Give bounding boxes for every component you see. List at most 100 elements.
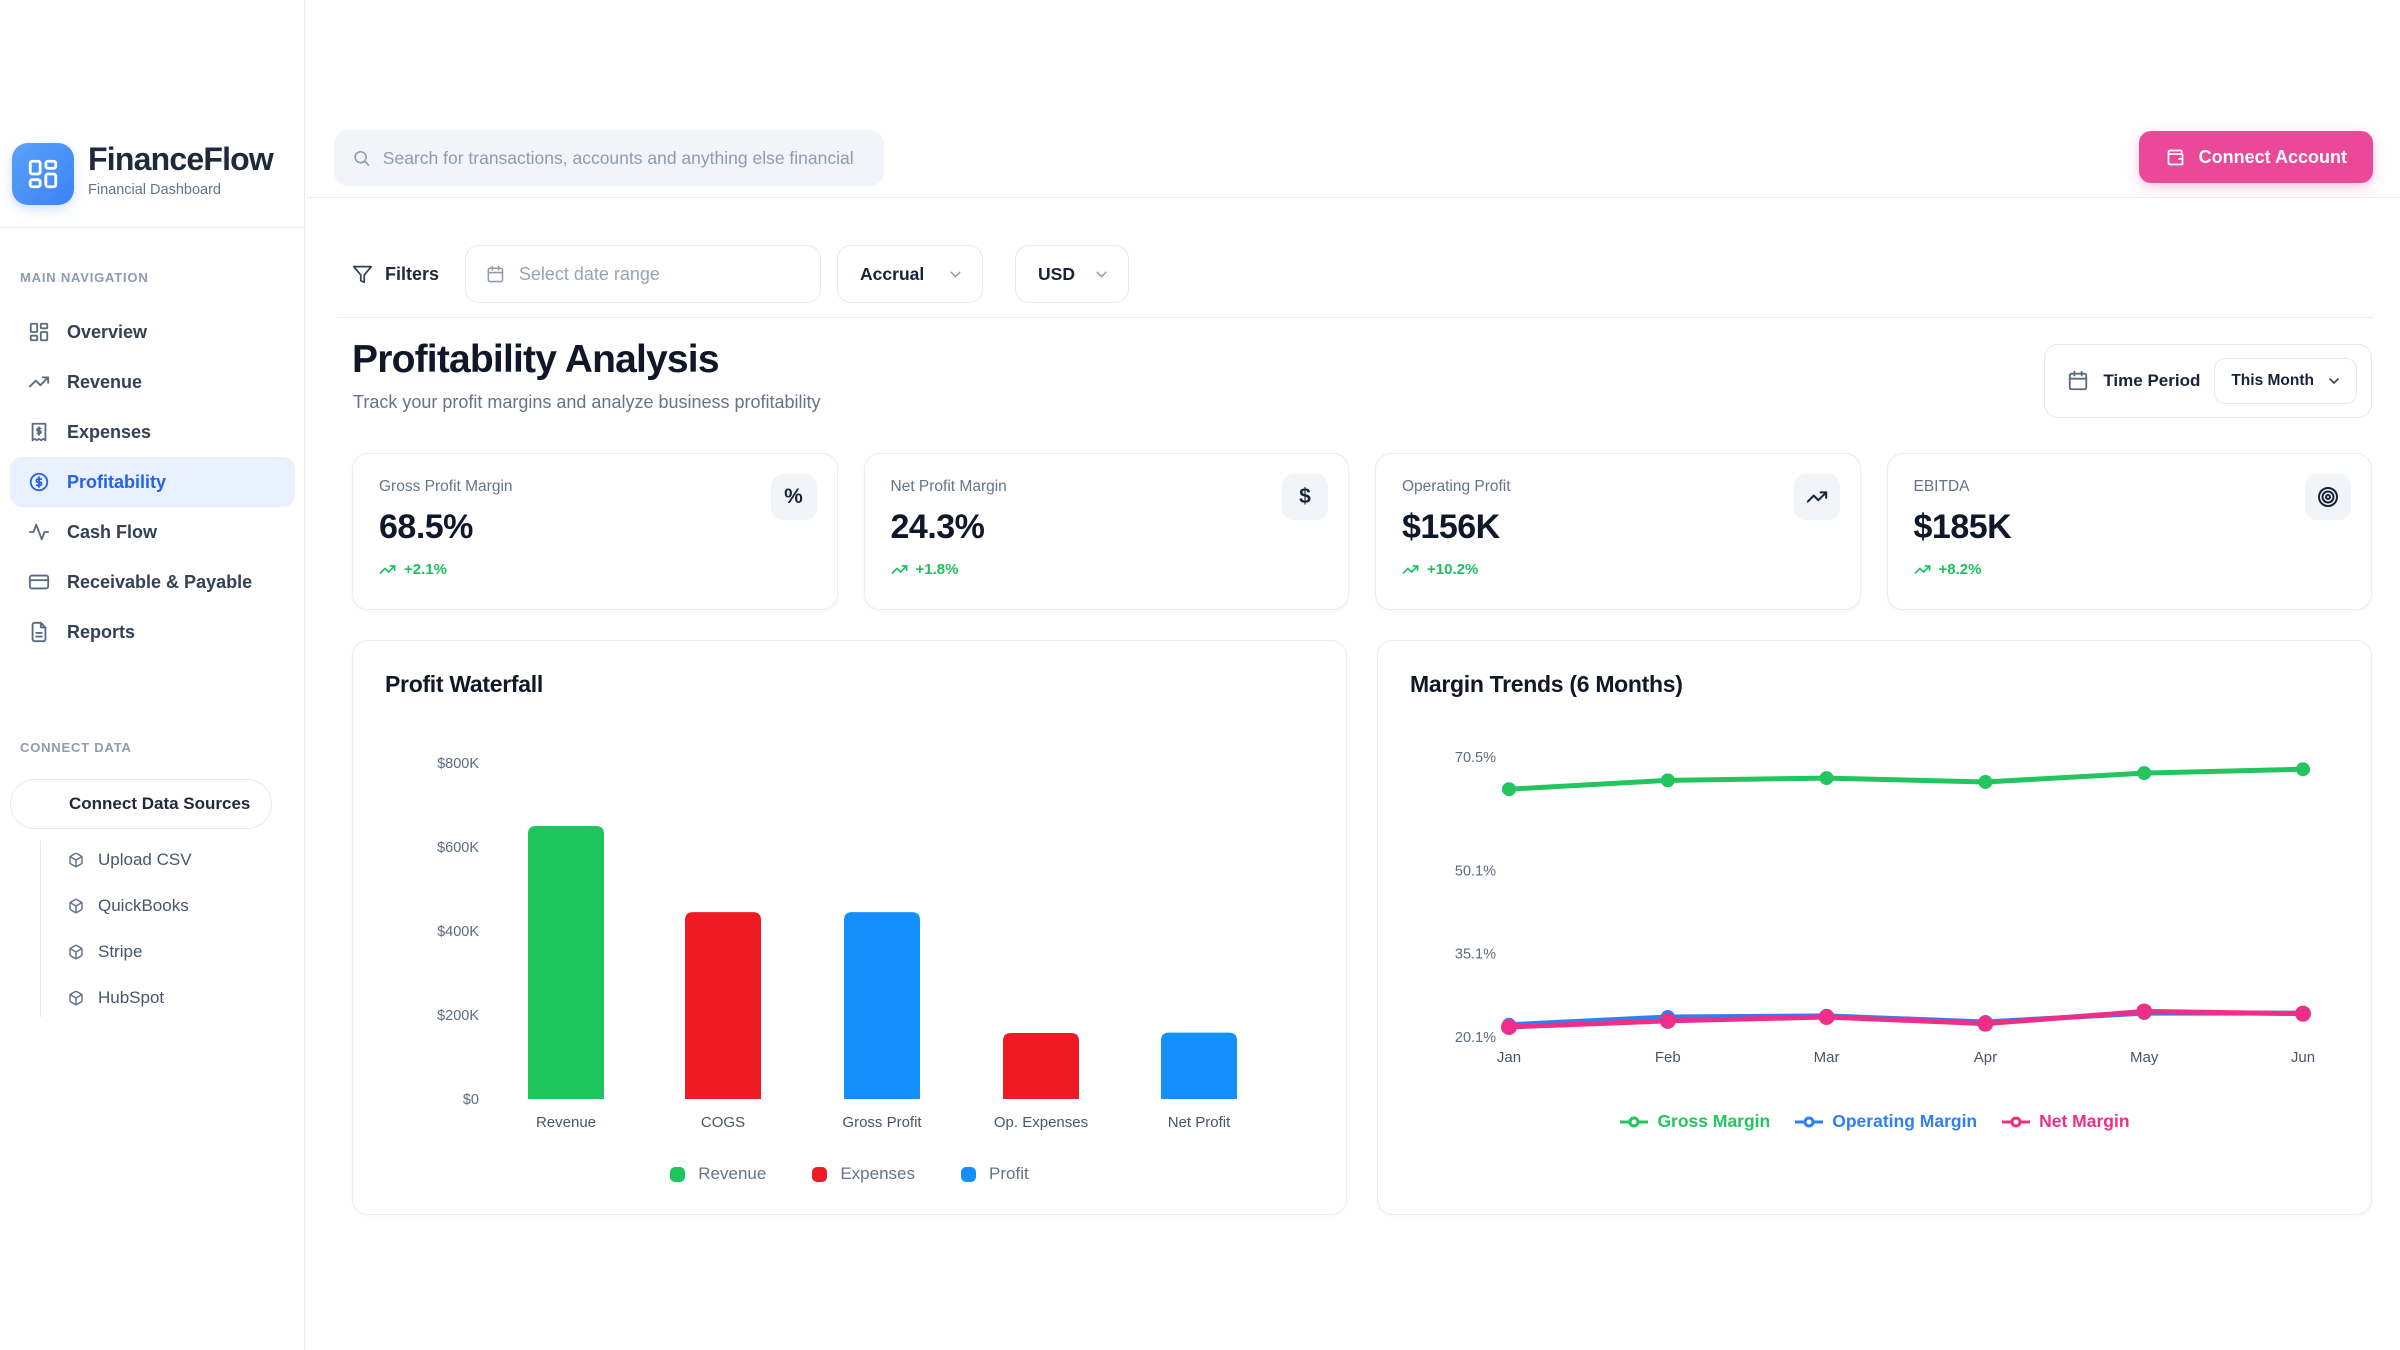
trending-up-icon <box>1402 561 1419 578</box>
sidebar-item-quickbooks[interactable]: QuickBooks <box>68 883 295 929</box>
filters-button[interactable]: Filters <box>352 264 439 285</box>
axis-label: $600K <box>437 840 479 856</box>
connect-account-button[interactable]: Connect Account <box>2139 131 2373 183</box>
axis-label: Jun <box>2291 1049 2315 1066</box>
legend-item: Gross Margin <box>1619 1111 1770 1132</box>
trending-up-icon <box>1794 474 1840 520</box>
sidebar-item-label: Overview <box>67 322 147 343</box>
connect-data-section: CONNECT DATA Connect Data Sources Upload… <box>10 740 295 1021</box>
trending-up-icon <box>1914 561 1931 578</box>
legend-label: Revenue <box>698 1164 766 1184</box>
connect-data-sources-button[interactable]: Connect Data Sources <box>10 779 272 829</box>
sidebar-item-receivable-payable[interactable]: Receivable & Payable <box>10 557 295 607</box>
time-period-control: Time Period This Month <box>2044 344 2372 418</box>
search-input[interactable] <box>383 148 866 169</box>
time-period-select[interactable]: This Month <box>2214 358 2357 404</box>
wallet-icon <box>2165 147 2186 168</box>
sidebar-item-hubspot[interactable]: HubSpot <box>68 975 295 1021</box>
kpi-delta: +10.2% <box>1402 561 1834 578</box>
axis-label: 70.5% <box>1455 750 1496 766</box>
accounting-method-select[interactable]: Accrual <box>837 245 983 303</box>
sidebar-item-stripe[interactable]: Stripe <box>68 929 295 975</box>
axis-label: Jan <box>1497 1049 1521 1066</box>
axis-label: $200K <box>437 1008 479 1024</box>
sidebar-item-label: Cash Flow <box>67 522 157 543</box>
cube-icon <box>68 898 84 914</box>
sidebar-item-label: Revenue <box>67 372 142 393</box>
legend-label: Expenses <box>840 1164 915 1184</box>
data-point <box>1502 782 1516 796</box>
search-icon <box>352 148 371 168</box>
percent-icon: % <box>771 474 817 520</box>
data-point <box>1661 773 1675 787</box>
cube-icon <box>33 794 53 814</box>
waterfall-bar-op-expenses <box>1003 1033 1079 1099</box>
sidebar-item-expenses[interactable]: Expenses <box>10 407 295 457</box>
accounting-method-value: Accrual <box>860 264 924 285</box>
trending-up-icon <box>379 561 396 578</box>
data-point <box>1977 1016 1993 1032</box>
chevron-down-icon <box>1093 266 1110 283</box>
date-range-picker[interactable] <box>465 245 821 303</box>
axis-label: 50.1% <box>1455 863 1496 879</box>
axis-label: $800K <box>437 756 479 772</box>
sidebar-sub-label: Upload CSV <box>98 850 192 870</box>
legend-marker <box>1794 1116 1824 1128</box>
legend-label: Operating Margin <box>1832 1111 1977 1132</box>
sidebar-item-revenue[interactable]: Revenue <box>10 357 295 407</box>
currency-select[interactable]: USD <box>1015 245 1129 303</box>
data-point <box>1978 775 1992 789</box>
kpi-delta-value: +10.2% <box>1427 561 1478 578</box>
app-tagline: Financial Dashboard <box>88 182 273 198</box>
sidebar-item-label: Receivable & Payable <box>67 572 252 593</box>
kpi-label: Gross Profit Margin <box>379 478 811 496</box>
time-period-value: This Month <box>2231 372 2314 390</box>
data-point <box>2296 762 2310 776</box>
chevron-down-icon <box>2326 373 2342 389</box>
sidebar-item-overview[interactable]: Overview <box>10 307 295 357</box>
credit-card-icon <box>28 571 50 593</box>
legend-item: Net Margin <box>2001 1111 2129 1132</box>
sidebar-item-label: Expenses <box>67 422 151 443</box>
legend-label: Gross Margin <box>1657 1111 1770 1132</box>
app-logo-icon <box>12 143 74 205</box>
sidebar-item-profitability[interactable]: Profitability <box>10 457 295 507</box>
kpi-value: $156K <box>1402 508 1834 547</box>
legend-marker <box>2001 1116 2031 1128</box>
global-search <box>334 130 884 186</box>
kpi-label: Net Profit Margin <box>891 478 1323 496</box>
finance-dashboard: FinanceFlow Financial Dashboard MAIN NAV… <box>0 0 2400 1350</box>
axis-label: May <box>2130 1049 2159 1066</box>
legend-item: Revenue <box>670 1164 766 1184</box>
kpi-value: 68.5% <box>379 508 811 547</box>
nav-section-label: MAIN NAVIGATION <box>20 270 295 285</box>
sidebar-sub-label: HubSpot <box>98 988 164 1008</box>
kpi-label: Operating Profit <box>1402 478 1834 496</box>
data-point <box>2137 766 2151 780</box>
cube-icon <box>68 990 84 1006</box>
kpi-label: EBITDA <box>1914 478 2346 496</box>
target-icon <box>2305 474 2351 520</box>
currency-value: USD <box>1038 264 1075 285</box>
kpi-delta: +2.1% <box>379 561 811 578</box>
sidebar-item-reports[interactable]: Reports <box>10 607 295 657</box>
legend-swatch <box>812 1167 827 1182</box>
axis-label: COGS <box>701 1114 745 1131</box>
chart-title: Profit Waterfall <box>385 671 543 698</box>
sidebar-item-cash-flow[interactable]: Cash Flow <box>10 507 295 557</box>
axis-label: Gross Profit <box>842 1114 922 1131</box>
margin-trends-chart: 70.5%50.1%35.1%20.1%JanFebMarAprMayJun <box>1408 729 2350 1079</box>
calendar-icon <box>486 264 505 285</box>
sidebar-item-upload-csv[interactable]: Upload CSV <box>68 837 295 883</box>
header-divider <box>306 197 2400 198</box>
date-range-input[interactable] <box>519 264 800 285</box>
connect-account-label: Connect Account <box>2199 147 2347 168</box>
kpi-card-net-profit-margin: Net Profit Margin 24.3% +1.8% $ <box>864 453 1350 610</box>
kpi-delta: +8.2% <box>1914 561 2346 578</box>
margin-trends-card: Margin Trends (6 Months) 70.5%50.1%35.1%… <box>1377 640 2372 1215</box>
app-name: FinanceFlow <box>88 143 273 177</box>
waterfall-bar-revenue <box>528 826 604 1099</box>
receipt-icon <box>28 421 50 443</box>
axis-label: Net Profit <box>1168 1114 1231 1131</box>
connect-data-sources-label: Connect Data Sources <box>69 794 250 814</box>
